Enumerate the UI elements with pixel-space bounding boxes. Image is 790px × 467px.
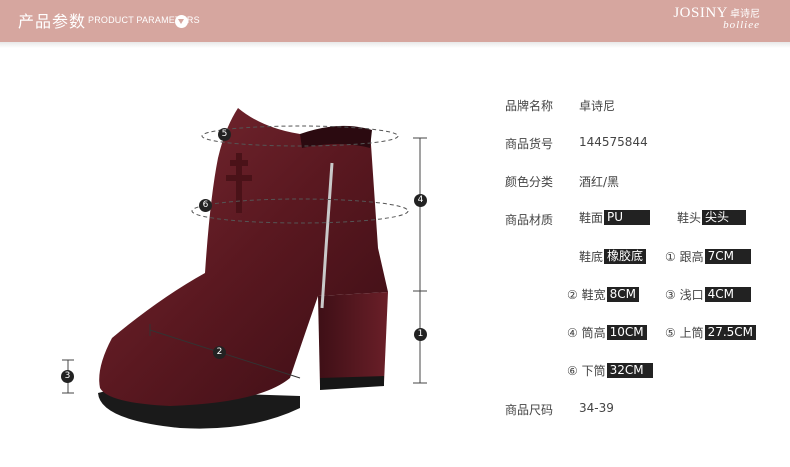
param-width-value: 8CM bbox=[606, 287, 639, 302]
param-shaft-height-label: ④ 筒高 bbox=[567, 326, 606, 340]
param-sole-label: 鞋底 bbox=[579, 250, 604, 264]
marker-1: 1 bbox=[414, 328, 427, 341]
param-shaft-height-value: 10CM bbox=[606, 325, 647, 340]
brand-name: JOSINY bbox=[673, 5, 728, 21]
param-upper: 鞋面 PU bbox=[579, 209, 651, 226]
param-sole-value: 橡胶底 bbox=[604, 249, 647, 264]
param-upper-value: PU bbox=[604, 210, 651, 225]
label-item-no: 商品货号 bbox=[505, 137, 554, 151]
brand-logo: JOSINY 卓诗尼 bolliee bbox=[673, 2, 760, 31]
label-brand: 品牌名称 bbox=[505, 99, 554, 113]
param-shallow-label: ③ 浅口 bbox=[665, 288, 704, 302]
marker-6: 6 bbox=[199, 199, 212, 212]
marker-3: 3 bbox=[61, 370, 74, 383]
label-color: 颜色分类 bbox=[505, 175, 554, 189]
param-lower-circ-label: ⑥ 下筒 bbox=[567, 364, 606, 378]
marker-4: 4 bbox=[414, 194, 427, 207]
value-size: 34-39 bbox=[579, 401, 614, 415]
param-width: ② 鞋宽 8CM bbox=[567, 286, 639, 303]
param-upper-label: 鞋面 bbox=[579, 211, 604, 225]
param-sole: 鞋底 橡胶底 bbox=[579, 248, 647, 265]
param-heel-height-label: ① 跟高 bbox=[665, 250, 704, 264]
param-shallow-value: 4CM bbox=[704, 287, 751, 302]
param-upper-circ-label: ⑤ 上筒 bbox=[665, 326, 704, 340]
section-title: 产品参数 bbox=[18, 12, 87, 31]
label-material: 商品材质 bbox=[505, 213, 554, 227]
param-toe-value: 尖头 bbox=[702, 210, 747, 225]
label-size: 商品尺码 bbox=[505, 403, 554, 417]
param-upper-circ: ⑤ 上筒 27.5CM bbox=[665, 324, 757, 341]
chevron-down-icon[interactable] bbox=[175, 15, 188, 28]
param-shaft-height: ④ 筒高 10CM bbox=[567, 324, 647, 341]
param-heel-height-value: 7CM bbox=[704, 249, 751, 264]
param-lower-circ-value: 32CM bbox=[606, 363, 653, 378]
value-brand: 卓诗尼 bbox=[579, 99, 616, 113]
header-bar: 产品参数 PRODUCT PARAMETERS JOSINY 卓诗尼 bollie… bbox=[0, 0, 790, 42]
param-upper-circ-value: 27.5CM bbox=[704, 325, 757, 340]
param-lower-circ: ⑥ 下筒 32CM bbox=[567, 362, 653, 379]
value-color: 酒红/黑 bbox=[579, 175, 620, 189]
value-item-no: 144575844 bbox=[579, 135, 648, 149]
param-heel-height: ① 跟高 7CM bbox=[665, 248, 751, 265]
param-width-label: ② 鞋宽 bbox=[567, 288, 606, 302]
marker-5: 5 bbox=[218, 128, 231, 141]
boot-illustration bbox=[62, 108, 427, 429]
param-toe-label: 鞋头 bbox=[677, 211, 702, 225]
marker-2: 2 bbox=[213, 346, 226, 359]
param-toe: 鞋头 尖头 bbox=[677, 209, 747, 226]
product-image: 5 6 4 1 2 3 bbox=[0, 48, 480, 467]
param-shallow: ③ 浅口 4CM bbox=[665, 286, 751, 303]
